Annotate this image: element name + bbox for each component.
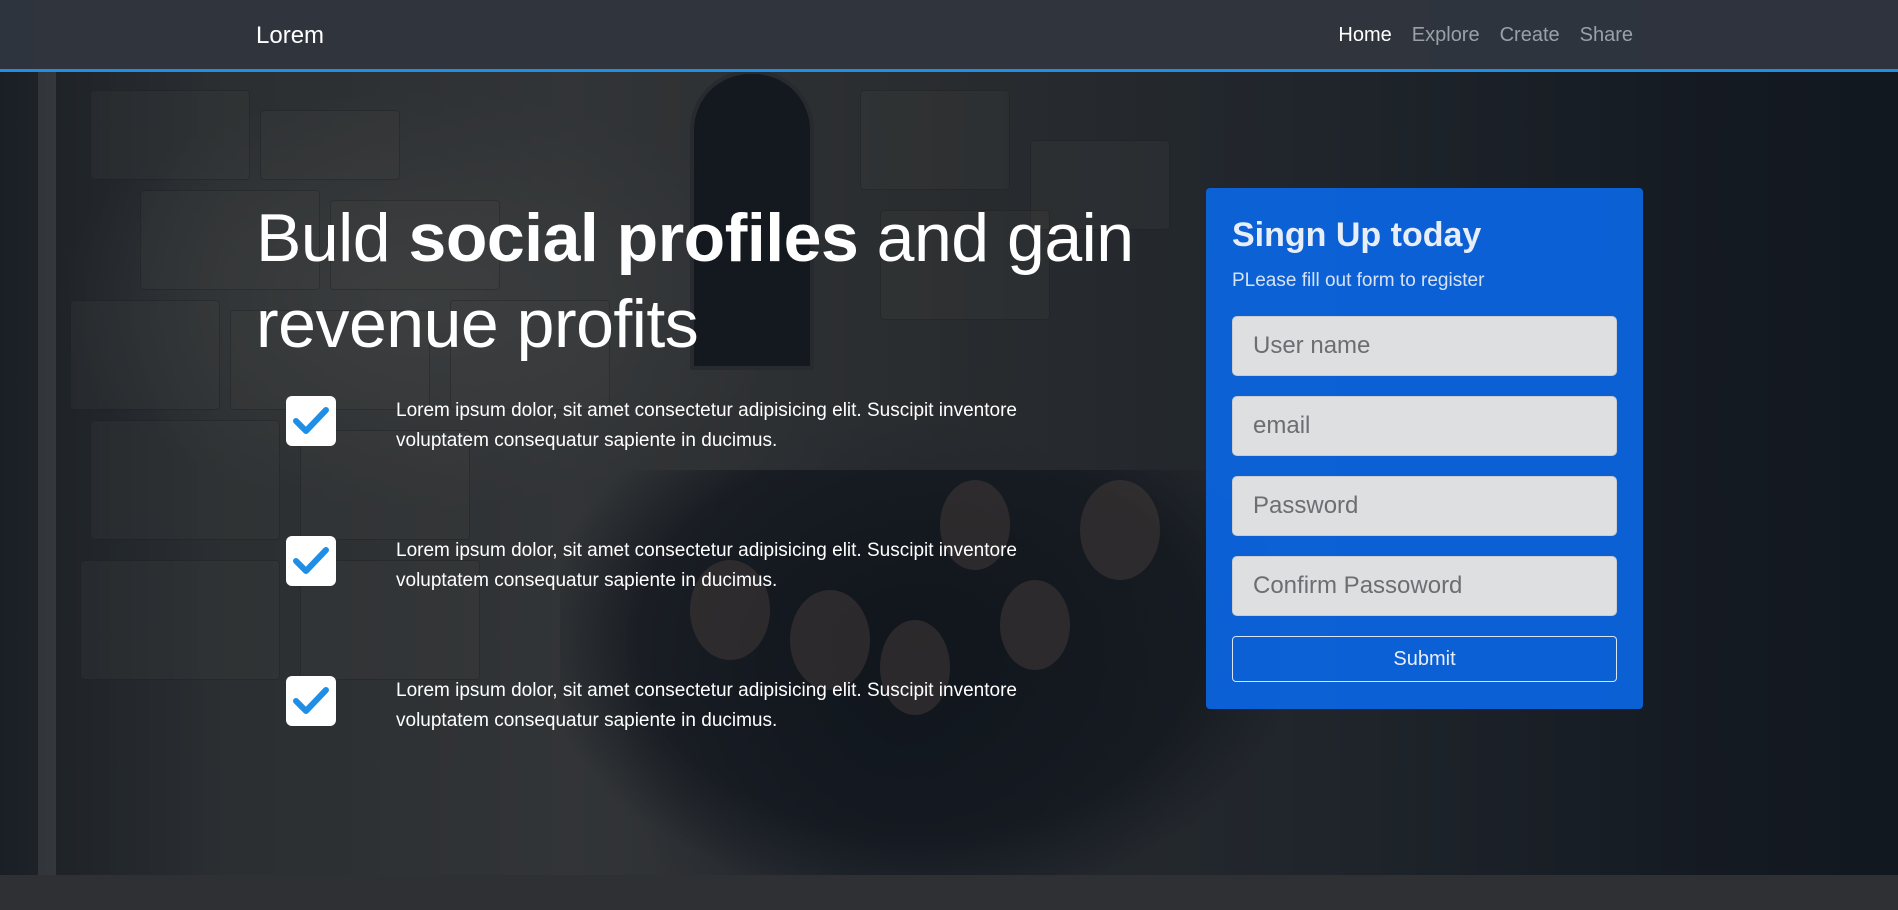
email-field[interactable] — [1232, 396, 1617, 456]
nav-link-create[interactable]: Create — [1500, 24, 1560, 47]
feature-text: Lorem ipsum dolor, sit amet consectetur … — [396, 540, 1017, 591]
feature-item: Lorem ipsum dolor, sit amet consectetur … — [286, 396, 1106, 456]
signup-subtitle: PLease fill out form to register — [1232, 270, 1485, 291]
check-icon — [286, 676, 336, 726]
hero-headline: Buld social profiles and gain revenue pr… — [256, 195, 1156, 367]
feature-text: Lorem ipsum dolor, sit amet consectetur … — [396, 400, 1017, 451]
signup-title: Singn Up today — [1232, 216, 1482, 254]
footer-bar — [0, 875, 1898, 910]
check-icon — [286, 536, 336, 586]
navbar: Lorem Home Explore Create Share — [0, 0, 1898, 72]
signup-card: Singn Up today PLease fill out form to r… — [1206, 188, 1643, 709]
confirm-password-field[interactable] — [1232, 556, 1617, 616]
submit-button[interactable]: Submit — [1232, 636, 1617, 682]
check-icon — [286, 396, 336, 446]
feature-item: Lorem ipsum dolor, sit amet consectetur … — [286, 676, 1106, 736]
nav-link-share[interactable]: Share — [1580, 24, 1633, 47]
nav-link-home[interactable]: Home — [1338, 24, 1391, 47]
hero-content: Buld social profiles and gain revenue pr… — [0, 0, 1898, 875]
password-field[interactable] — [1232, 476, 1617, 536]
feature-item: Lorem ipsum dolor, sit amet consectetur … — [286, 536, 1106, 596]
brand-logo[interactable]: Lorem — [256, 22, 324, 50]
headline-bold: social profiles — [408, 200, 859, 276]
headline-part1: Buld — [256, 200, 409, 276]
username-field[interactable] — [1232, 316, 1617, 376]
nav-link-explore[interactable]: Explore — [1412, 24, 1480, 47]
feature-text: Lorem ipsum dolor, sit amet consectetur … — [396, 680, 1017, 731]
nav-links: Home Explore Create Share — [1338, 24, 1633, 47]
